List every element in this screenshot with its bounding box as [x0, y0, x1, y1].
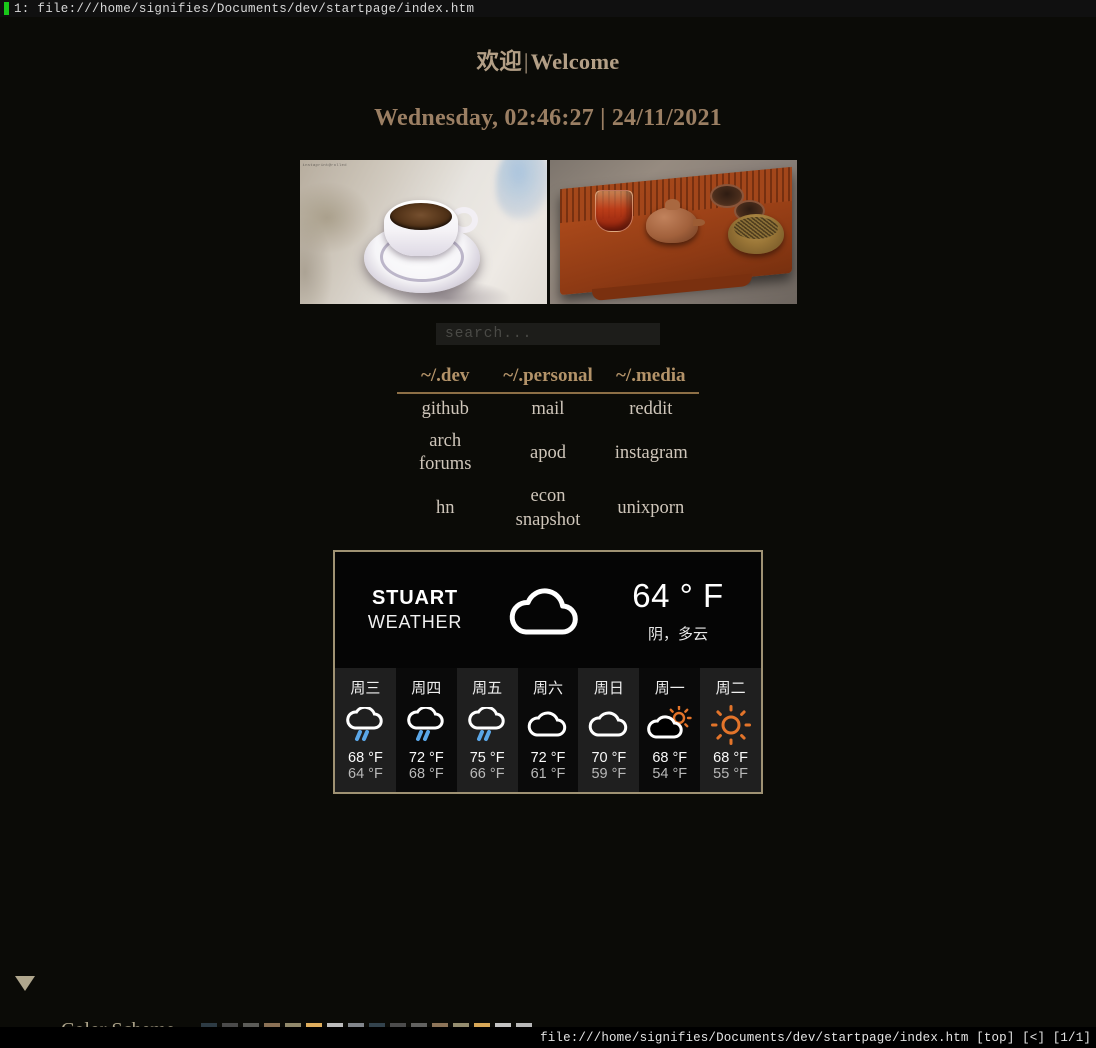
welcome-separator: | [523, 49, 529, 74]
coffee-cup-photo: instaprint@rolled [299, 160, 547, 304]
forecast-day-column[interactable]: 周二 68 °F 55 °F [700, 668, 762, 793]
cloud-icon [518, 703, 579, 747]
welcome-text-en: Welcome [530, 49, 620, 74]
weather-current-reading: 64 ° F 阴，多云 [609, 577, 747, 644]
bookmark-table: ~/.dev ~/.personal ~/.media github mail … [397, 365, 699, 536]
bookmark-row: github mail reddit [397, 393, 699, 426]
coffee-cup-shape [383, 200, 458, 256]
forecast-day-label: 周五 [472, 680, 503, 698]
rain-icon [457, 703, 518, 747]
tab-cursor-marker [4, 2, 9, 15]
bookmark-link-reddit[interactable]: reddit [603, 393, 699, 426]
terminal-status-bar: file:///home/signifies/Documents/dev/sta… [0, 1027, 1096, 1048]
weather-label: WEATHER [367, 612, 463, 633]
weather-city-name: STUART [372, 587, 458, 610]
cloud-icon [578, 703, 639, 747]
collapse-arrow-icon[interactable] [15, 976, 35, 991]
forecast-high-temp: 72 °F [530, 750, 566, 767]
forecast-day-column[interactable]: 周五 75 °F 66 °F [456, 668, 518, 793]
bookmark-column-personal: ~/.personal [493, 365, 603, 394]
bookmark-row: hn econ snapshot unixporn [397, 481, 699, 536]
tea-pitcher-shape [594, 190, 633, 232]
forecast-low-temp: 64 °F [348, 766, 383, 783]
tab-label[interactable]: 1: file:///home/signifies/Documents/dev/… [14, 2, 474, 16]
bookmark-link-hn[interactable]: hn [397, 481, 493, 536]
page-content: 欢迎|Welcome Wednesday, 02:46:27 | 24/11/2… [0, 17, 1096, 1048]
forecast-day-column[interactable]: 周三 68 °F 64 °F [335, 668, 396, 793]
weather-widget: STUART WEATHER 64 ° F 阴，多云 周三 68 °F 64 °… [333, 550, 763, 795]
bookmark-link-apod[interactable]: apod [493, 426, 603, 481]
welcome-heading: 欢迎|Welcome [0, 17, 1096, 76]
forecast-day-label: 周四 [411, 680, 442, 698]
blue-bottle-blur [495, 160, 547, 220]
forecast-high-temp: 75 °F [469, 750, 505, 767]
forecast-day-column[interactable]: 周六 72 °F 61 °F [517, 668, 579, 793]
chinese-tea-set-photo [549, 160, 797, 304]
tea-leaf-bowl [727, 214, 784, 254]
search-input[interactable] [436, 323, 660, 345]
bookmark-link-instagram[interactable]: instagram [603, 426, 699, 481]
forecast-day-label: 周一 [654, 680, 685, 698]
forecast-low-temp: 61 °F [530, 766, 566, 783]
terminal-tab-bar: 1: file:///home/signifies/Documents/dev/… [0, 0, 1096, 17]
cloud-icon [481, 582, 609, 638]
welcome-text-cn: 欢迎 [476, 49, 522, 74]
bookmark-column-media: ~/.media [602, 365, 699, 394]
forecast-high-temp: 70 °F [591, 750, 627, 767]
weather-location: STUART WEATHER [349, 587, 481, 633]
forecast-low-temp: 55 °F [713, 766, 748, 783]
forecast-low-temp: 54 °F [652, 766, 688, 783]
status-line-text: file:///home/signifies/Documents/dev/sta… [540, 1030, 1091, 1045]
forecast-low-temp: 68 °F [408, 766, 444, 783]
rain-icon [396, 703, 457, 747]
bookmark-link-github[interactable]: github [397, 393, 493, 426]
forecast-day-column[interactable]: 周四 72 °F 68 °F [395, 668, 457, 793]
weather-current-panel: STUART WEATHER 64 ° F 阴，多云 [335, 552, 761, 669]
photo-watermark: instaprint@rolled [302, 164, 347, 168]
sun-icon [700, 703, 761, 747]
forecast-high-temp: 72 °F [408, 750, 444, 767]
image-gallery: instaprint@rolled [0, 160, 1096, 304]
cloud-sun-icon [639, 703, 700, 747]
bookmark-link-unixporn[interactable]: unixporn [603, 481, 699, 536]
forecast-day-label: 周日 [593, 680, 624, 698]
bookmark-link-mail[interactable]: mail [493, 393, 603, 426]
forecast-low-temp: 59 °F [591, 766, 627, 783]
weather-forecast-row: 周三 68 °F 64 °F 周四 72 °F 68 °F 周五 75 °F 6… [335, 668, 762, 793]
forecast-day-column[interactable]: 周一 68 °F 54 °F [639, 668, 701, 793]
bookmark-row: arch forums apod instagram [397, 426, 699, 481]
forecast-high-temp: 68 °F [652, 750, 688, 767]
forecast-day-label: 周三 [350, 680, 381, 698]
weather-temperature: 64 ° F [632, 576, 724, 614]
forecast-day-label: 周二 [715, 680, 746, 698]
forecast-high-temp: 68 °F [713, 750, 748, 767]
forecast-high-temp: 68 °F [348, 750, 383, 767]
forecast-day-column[interactable]: 周日 70 °F 59 °F [578, 668, 640, 793]
rain-icon [335, 703, 396, 747]
bookmark-link-archforums[interactable]: arch forums [397, 426, 493, 481]
teapot-shape [645, 199, 705, 243]
search-container [0, 323, 1096, 345]
forecast-low-temp: 66 °F [469, 766, 505, 783]
bookmark-column-dev: ~/.dev [397, 365, 494, 394]
bookmark-header-row: ~/.dev ~/.personal ~/.media [397, 365, 699, 394]
weather-description: 阴，多云 [647, 625, 708, 643]
datetime-display: Wednesday, 02:46:27 | 24/11/2021 [374, 105, 722, 131]
forecast-day-label: 周六 [533, 680, 564, 698]
bookmark-link-econsnapshot[interactable]: econ snapshot [493, 481, 603, 536]
